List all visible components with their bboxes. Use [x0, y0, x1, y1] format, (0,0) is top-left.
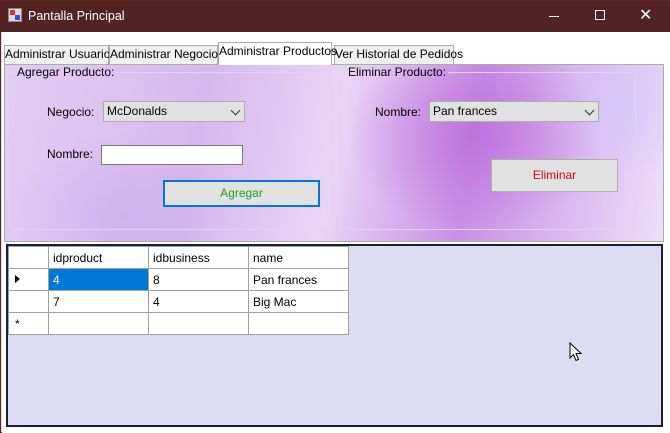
tab-administrar-usuarios[interactable]: Administrar Usuarios: [4, 45, 116, 64]
minimize-button[interactable]: [531, 1, 577, 32]
product-select[interactable]: Pan frances: [429, 101, 599, 122]
new-row-icon: *: [15, 317, 20, 331]
column-header-idbusiness[interactable]: idbusiness: [148, 246, 249, 269]
add-button-label: Agregar: [220, 186, 263, 200]
products-table: idproduct idbusiness name 4 8 Pan france…: [8, 246, 349, 335]
delete-button-label: Eliminar: [532, 168, 577, 182]
cell-name[interactable]: Pan frances: [248, 268, 349, 291]
tab-label: Ver Historial de Pedidos: [335, 47, 464, 61]
add-product-legend: Agregar Producto:: [17, 65, 115, 79]
cell-idbusiness[interactable]: 4: [148, 290, 249, 313]
chevron-down-icon: [584, 105, 595, 116]
row-header[interactable]: [8, 268, 49, 291]
name-label: Nombre:: [47, 147, 94, 161]
tab-label: Administrar Usuarios: [5, 47, 117, 61]
mouse-cursor-icon: [569, 342, 583, 362]
business-select[interactable]: McDonalds: [103, 101, 245, 122]
maximize-button[interactable]: [577, 1, 623, 32]
add-button[interactable]: Agregar: [163, 180, 320, 207]
maximize-icon: [595, 10, 605, 20]
delete-product-group: Eliminar Producto:: [339, 65, 636, 230]
tab-strip: Administrar Usuarios Administrar Negocio…: [2, 32, 670, 65]
chevron-down-icon: [230, 105, 241, 116]
window-title: Pantalla Principal: [28, 9, 125, 23]
column-header-name[interactable]: name: [248, 246, 349, 269]
business-label: Negocio:: [47, 105, 95, 119]
product-name-input[interactable]: [101, 145, 243, 165]
business-select-value: McDonalds: [107, 104, 168, 118]
cell-idproduct[interactable]: 4: [48, 268, 149, 291]
cell-idproduct[interactable]: 7: [48, 290, 149, 313]
app-icon: [8, 8, 22, 22]
delete-name-label: Nombre:: [375, 105, 422, 119]
tab-ver-historial-de-pedidos[interactable]: Ver Historial de Pedidos: [334, 45, 463, 64]
tab-label: Administrar Productos: [219, 44, 338, 58]
delete-button[interactable]: Eliminar: [491, 159, 618, 192]
tab-label: Administrar Negocios: [110, 47, 225, 61]
row-header[interactable]: *: [8, 312, 49, 335]
column-header-idproduct[interactable]: idproduct: [48, 246, 149, 269]
cell-name[interactable]: Big Mac: [248, 290, 349, 313]
tab-administrar-negocios[interactable]: Administrar Negocios: [109, 45, 224, 64]
top-left-header-cell[interactable]: [8, 246, 49, 269]
minimize-icon: [549, 16, 559, 17]
row-header[interactable]: [8, 290, 49, 313]
header-row: idproduct idbusiness name: [8, 246, 349, 269]
client-area: Administrar Usuarios Administrar Negocio…: [2, 32, 670, 433]
main-window: Pantalla Principal ✕ Administrar Usuario…: [0, 0, 670, 433]
title-bar[interactable]: Pantalla Principal ✕: [1, 1, 670, 32]
table-row[interactable]: 4 8 Pan frances: [8, 268, 349, 291]
table-row[interactable]: 7 4 Big Mac: [8, 290, 349, 313]
new-row[interactable]: *: [8, 312, 349, 335]
cell-idbusiness[interactable]: 8: [148, 268, 249, 291]
cell-idproduct[interactable]: [48, 312, 149, 335]
tab-page-productos: Agregar Producto: Negocio: McDonalds Nom…: [4, 64, 664, 242]
current-row-arrow-icon: [15, 275, 20, 283]
cell-name[interactable]: [248, 312, 349, 335]
products-grid[interactable]: idproduct idbusiness name 4 8 Pan france…: [6, 244, 663, 427]
close-icon: ✕: [639, 7, 653, 24]
close-button[interactable]: ✕: [623, 1, 669, 32]
product-select-value: Pan frances: [433, 104, 498, 118]
cell-idbusiness[interactable]: [148, 312, 249, 335]
tab-administrar-productos[interactable]: Administrar Productos: [218, 42, 337, 65]
delete-product-legend: Eliminar Producto:: [348, 65, 447, 79]
